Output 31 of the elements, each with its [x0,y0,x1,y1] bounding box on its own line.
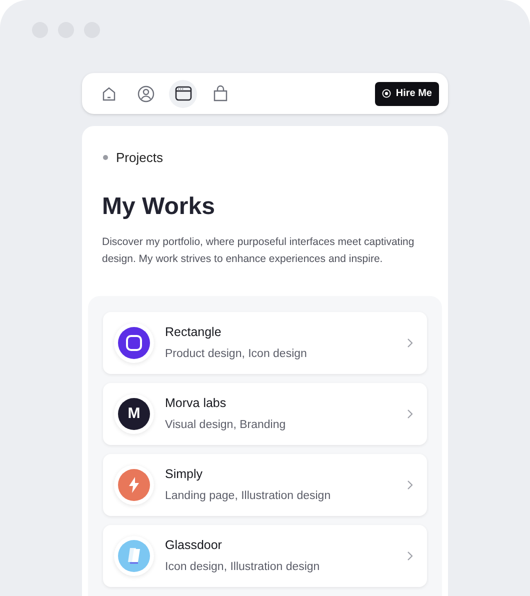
project-card[interactable]: Rectangle Product design, Icon design [103,312,427,374]
chevron-right-icon [407,338,413,348]
home-icon [101,86,117,102]
chevron-right-icon [407,550,413,560]
project-name: Morva labs [165,396,228,410]
project-tags: Landing page, Illustration design [165,488,407,502]
pages-icon [127,547,141,564]
project-name: Glassdoor [165,538,223,552]
profile-icon [137,84,155,102]
browser-icon [174,86,192,101]
hire-me-button[interactable]: Hire Me [374,82,439,106]
project-name: Rectangle [165,324,222,340]
record-icon [382,89,391,98]
chevron-right-icon [407,408,413,418]
project-name: Simply [165,466,204,482]
breadcrumb: Projects [116,149,163,167]
project-card[interactable]: Glassdoor Icon design, Illustration design [103,524,427,586]
project-tags: Visual design, Branding [165,418,407,432]
chevron-right-icon [407,480,413,490]
project-card[interactable]: Simply Landing page, Illustration design [103,454,427,516]
lightning-bolt-icon [128,476,140,492]
shopping-bag-icon [212,85,228,102]
project-tags: Icon design, Illustration design [165,560,407,574]
project-tags: Product design, Icon design [165,346,407,360]
intro-text: Discover my portfolio, where purposeful interfaces meet captivating design. My work strives to enhance experiences and inspire. [101,234,416,266]
project-card[interactable]: M Morva labs Visual design, Branding [103,382,427,444]
logo-letter: M [128,406,140,421]
bullet-icon [103,155,108,160]
nav-tab[interactable] [169,80,197,108]
rounded-square-icon [126,334,142,350]
page-title: My Works [101,192,216,222]
